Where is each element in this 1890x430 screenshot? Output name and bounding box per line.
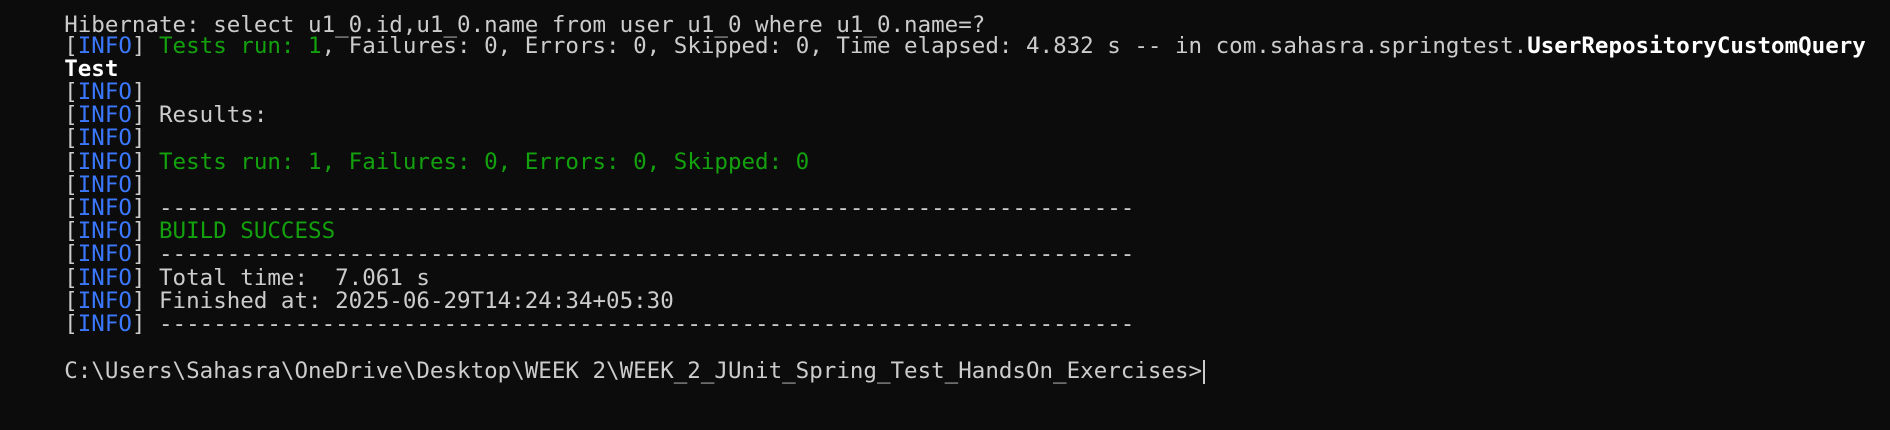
- text-cursor: [1203, 359, 1206, 384]
- command-prompt-line[interactable]: C:\Users\Sahasra\OneDrive\Desktop\WEEK 2…: [10, 329, 1206, 384]
- test-result-details: , Failures: 0, Errors: 0, Skipped: 0, Ti…: [321, 33, 1528, 59]
- terminal-window[interactable]: Hibernate: select u1_0.id,u1_0.name from…: [0, 0, 1890, 430]
- command-prompt[interactable]: C:\Users\Sahasra\OneDrive\Desktop\WEEK 2…: [64, 358, 1202, 384]
- log-line-test-result: [INFO] Tests run: 1, Failures: 0, Errors…: [64, 33, 1866, 59]
- tests-run-text: Tests run: 1: [159, 33, 322, 59]
- log-line-separator: [INFO] ---------------------------------…: [64, 311, 1135, 337]
- test-class-name: UserRepositoryCustomQuery: [1527, 33, 1866, 59]
